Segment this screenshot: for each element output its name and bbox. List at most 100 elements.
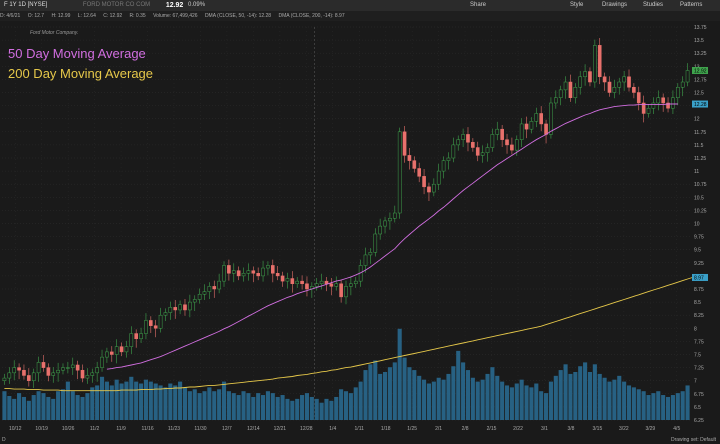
candle-body	[217, 280, 221, 290]
volume-bar	[26, 400, 31, 420]
candle-body	[251, 270, 256, 274]
candle-body	[622, 76, 626, 83]
volume-bar	[339, 389, 344, 420]
candle-body	[392, 212, 397, 219]
candle-body	[246, 270, 251, 274]
candle-body	[534, 113, 539, 122]
x-tick-label: 11/30	[194, 426, 206, 432]
candle-body	[671, 97, 675, 109]
x-tick-label: 12/21	[274, 426, 287, 432]
candle-body	[617, 81, 622, 88]
x-tick-label: 2/1	[435, 426, 442, 432]
candle-body	[173, 307, 178, 311]
volume-bar	[36, 391, 41, 420]
stat-item: Volume: 67,499,426	[153, 13, 198, 19]
price-change: 0.09%	[188, 2, 206, 8]
volume-bar	[251, 396, 256, 420]
studies-button[interactable]: Studies	[643, 0, 663, 11]
candle-body	[349, 283, 353, 287]
symbol-label[interactable]: F 1Y 1D [NYSE]	[4, 0, 47, 11]
volume-bar	[148, 381, 153, 420]
volume-bar	[568, 373, 573, 420]
ma50-legend: 50 Day Moving Average	[8, 46, 146, 61]
candle-body	[588, 71, 592, 83]
volume-bar	[324, 398, 329, 420]
y-tick-label: 6.25	[694, 418, 704, 424]
y-tick-label: 13.5	[694, 38, 704, 44]
candle-body	[149, 320, 153, 326]
volume-bar	[363, 370, 368, 420]
volume-bar	[509, 387, 514, 420]
candle-body	[466, 134, 470, 143]
y-tick-label: 8.75	[694, 287, 704, 293]
patterns-button[interactable]: Patterns	[680, 0, 702, 11]
volume-bar	[134, 381, 139, 420]
candle-body	[139, 333, 143, 340]
candle-body	[436, 170, 441, 185]
candle-body	[353, 280, 358, 285]
y-tick-label: 8.25	[694, 313, 704, 319]
stat-item: L: 12.64	[77, 13, 96, 19]
candle-body	[539, 113, 543, 125]
candle-body	[519, 123, 524, 140]
volume-bar	[119, 383, 124, 420]
volume-bar	[631, 387, 636, 420]
candle-body	[85, 375, 90, 379]
drawing-set-label[interactable]: Drawing set: Default	[671, 437, 716, 443]
volume-bar	[539, 391, 544, 420]
candle-body	[266, 265, 270, 269]
candle-body	[558, 89, 563, 98]
volume-bar	[685, 385, 690, 420]
volume-bar	[60, 389, 66, 420]
candle-body	[422, 176, 426, 188]
volume-bar	[182, 387, 188, 420]
volume-bar	[329, 400, 334, 420]
stat-item: C: 12.92	[103, 13, 123, 19]
x-tick-label: 2/15	[487, 426, 497, 432]
volume-bar	[602, 377, 607, 420]
share-button[interactable]: Share	[470, 0, 486, 11]
volume-bar	[656, 391, 661, 420]
volume-bar	[41, 393, 46, 420]
volume-bar	[470, 377, 475, 420]
style-button[interactable]: Style	[570, 0, 583, 11]
candle-body	[56, 369, 60, 374]
volume-bar	[163, 387, 168, 420]
candle-body	[383, 220, 387, 227]
candle-body	[17, 367, 21, 371]
candle-body	[480, 152, 485, 156]
price-chart[interactable]: 13.7513.513.251312.7512.512.251211.7511.…	[0, 21, 720, 434]
candle-body	[597, 45, 602, 78]
volume-bar	[319, 402, 324, 420]
candle-body	[554, 97, 558, 104]
volume-bar	[553, 375, 558, 420]
x-tick-label: 1/4	[329, 426, 336, 432]
volume-bar	[158, 385, 163, 420]
candle-body	[500, 128, 504, 140]
volume-bar	[402, 357, 407, 420]
candle-body	[632, 87, 636, 93]
candle-body	[27, 375, 31, 381]
candle-body	[231, 270, 236, 274]
volume-bar	[534, 383, 539, 420]
last-price: 12.92	[165, 2, 184, 9]
timeframe-label[interactable]: D	[2, 437, 6, 443]
y-tick-label: 11	[694, 169, 699, 175]
x-tick-label: 3/15	[593, 426, 603, 432]
x-tick-label: 3/8	[567, 426, 574, 432]
volume-bar	[417, 375, 422, 420]
volume-bar	[504, 385, 510, 420]
x-tick-label: 10/26	[62, 426, 75, 432]
candle-body	[412, 160, 417, 169]
volume-bar	[80, 396, 85, 420]
drawings-button[interactable]: Drawings	[602, 0, 627, 11]
volume-bar	[583, 362, 588, 420]
candle-body	[510, 144, 514, 151]
volume-bar	[51, 398, 56, 420]
volume-bar	[124, 381, 129, 420]
volume-bar	[529, 387, 534, 420]
candle-body	[602, 76, 607, 83]
candle-body	[656, 97, 661, 104]
x-tick-label: 12/7	[222, 426, 232, 432]
volume-bar	[563, 364, 568, 420]
